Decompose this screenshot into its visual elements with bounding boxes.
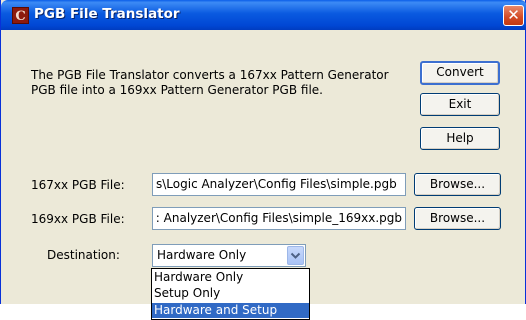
destination-select[interactable]: Hardware Only: [152, 244, 306, 267]
destination-label: Destination:: [47, 248, 120, 262]
description-text: The PGB File Translator converts a 167xx…: [31, 68, 389, 97]
file167-value: s\Logic Analyzer\Config Files\simple.pgb: [156, 177, 397, 191]
file167-input[interactable]: s\Logic Analyzer\Config Files\simple.pgb: [152, 173, 406, 196]
file167-label: 167xx PGB File:: [31, 178, 125, 192]
convert-button[interactable]: Convert: [420, 61, 500, 85]
browse-169-button[interactable]: Browse...: [414, 207, 501, 230]
window-title: PGB File Translator: [34, 6, 180, 22]
app-logo-icon: C: [12, 7, 29, 24]
file169-value: : Analyzer\Config Files\simple_169xx.pgb: [155, 211, 402, 225]
dialog-window: C PGB File Translator ✕ The PGB File Tra…: [0, 0, 526, 304]
option-hardware-only[interactable]: Hardware Only: [152, 270, 309, 285]
title-bar[interactable]: C PGB File Translator ✕: [1, 0, 526, 30]
close-button[interactable]: ✕: [503, 5, 524, 26]
help-button[interactable]: Help: [420, 127, 500, 150]
file169-input[interactable]: : Analyzer\Config Files\simple_169xx.pgb: [152, 207, 406, 230]
option-setup-only[interactable]: Setup Only: [152, 286, 309, 301]
destination-dropdown-list: Hardware Only Setup Only Hardware and Se…: [151, 268, 310, 320]
exit-button[interactable]: Exit: [420, 93, 500, 116]
option-hardware-and-setup[interactable]: Hardware and Setup: [152, 303, 309, 318]
chevron-down-icon[interactable]: [287, 246, 304, 265]
file169-label: 169xx PGB File:: [31, 212, 125, 226]
browse-167-button[interactable]: Browse...: [414, 173, 501, 196]
destination-selected-value: Hardware Only: [157, 248, 247, 262]
